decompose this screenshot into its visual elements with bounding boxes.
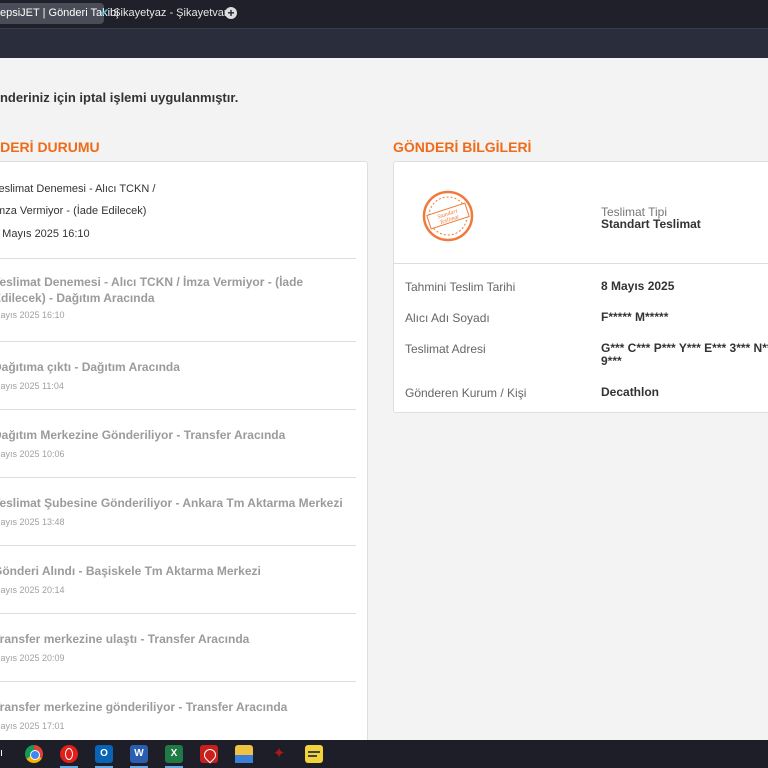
chrome-icon[interactable] (25, 745, 43, 763)
recipient-name-value: F***** M***** (601, 310, 669, 324)
acrobat-icon[interactable] (200, 745, 219, 764)
status-item: Teslimat Denemesi - Alıcı TCKN / İmza Ve… (0, 162, 356, 259)
estimated-delivery-label: Tahmini Teslim Tarihi (405, 280, 516, 294)
status-item-date: Mayıs 2025 16:10 (0, 310, 65, 320)
status-item-date: Mayıs 2025 13:48 (0, 517, 65, 527)
status-item-date: Mayıs 2025 20:09 (0, 653, 65, 663)
start-icon[interactable]: ı (0, 747, 4, 761)
delivery-type-value: Standart Teslimat (601, 217, 701, 231)
status-item-title: Dağıtıma çıktı - Dağıtım Aracında (0, 360, 180, 374)
divider (394, 263, 768, 264)
new-tab-button[interactable]: + (225, 7, 237, 19)
status-item-date: 9 Mayıs 2025 16:10 (0, 228, 90, 240)
status-item: Transfer merkezine gönderiliyor - Transf… (0, 681, 356, 740)
sticky-notes-icon[interactable] (305, 745, 323, 763)
status-item-title: Dağıtım Merkezine Gönderiliyor - Transfe… (0, 428, 286, 442)
status-item-title: Teslimat Denemesi - Alıcı TCKN / İmza Ve… (0, 178, 343, 222)
excel-icon[interactable]: X (165, 745, 183, 763)
status-item-date: Mayıs 2025 17:01 (0, 721, 65, 731)
delivery-address-value: G*** C*** P*** Y*** E*** 3*** N*** 9*** (601, 341, 768, 368)
status-item: Dağıtıma çıktı - Dağıtım Aracında Mayıs … (0, 341, 356, 410)
page-content: önderiniz için iptal işlemi uygulanmıştı… (0, 58, 768, 740)
outlook-icon[interactable]: O (95, 745, 113, 763)
status-item-title: Teslimat Denemesi - Alıcı TCKN / İmza Ve… (0, 275, 304, 305)
tab-label: Şikayetyaz - Şikayetvar (113, 7, 228, 19)
word-icon[interactable]: W (130, 745, 148, 763)
sender-value: Decathlon (601, 385, 660, 399)
delivery-address-label: Teslimat Adresi (405, 342, 486, 356)
info-section-title: GÖNDERİ BİLGİLERİ (393, 139, 532, 155)
status-item: Teslimat Denemesi - Alıcı TCKN / İmza Ve… (0, 258, 356, 342)
estimated-delivery-value: 8 Mayıs 2025 (601, 279, 675, 293)
checkmark-icon: ✔ (100, 7, 110, 19)
recipient-name-label: Alıcı Adı Soyadı (405, 311, 490, 325)
status-item: Gönderi Alındı - Başiskele Tm Aktarma Me… (0, 545, 356, 614)
status-item: Transfer merkezine ulaştı - Transfer Ara… (0, 613, 356, 682)
status-timeline: Teslimat Denemesi - Alıcı TCKN / İmza Ve… (0, 161, 368, 740)
windows-taskbar: ı O W X ✦ (0, 740, 768, 768)
status-item-date: Mayıs 2025 11:04 (0, 381, 64, 391)
opera-icon[interactable] (60, 745, 78, 763)
sender-label: Gönderen Kurum / Kişi (405, 386, 527, 400)
status-item-title: Gönderi Alındı - Başiskele Tm Aktarma Me… (0, 564, 261, 578)
status-item-title-line: Teslimat Denemesi - Alıcı TCKN / (0, 183, 156, 195)
cancel-notice: önderiniz için iptal işlemi uygulanmıştı… (0, 90, 239, 105)
status-item-title: Transfer merkezine ulaştı - Transfer Ara… (0, 632, 250, 646)
status-item-date: Mayıs 2025 10:06 (0, 449, 65, 459)
status-section-title: NDERİ DURUMU (0, 139, 100, 155)
shipment-info-panel: Standart Teslimat Teslimat Tipi Standart… (393, 161, 768, 413)
tab-gonderi-takibi[interactable]: epsiJET | Gönderi Takibi (0, 3, 119, 24)
tab-sikayetvar[interactable]: ✔ Şikayetyaz - Şikayetvar (100, 3, 230, 24)
status-item-title: Teslimat Şubesine Gönderiliyor - Ankara … (0, 496, 343, 510)
status-item-title: Transfer merkezine gönderiliyor - Transf… (0, 700, 288, 714)
status-item: Teslimat Şubesine Gönderiliyor - Ankara … (0, 477, 356, 546)
status-item-title-line: İmza Vermiyor - (İade Edilecek) (0, 205, 147, 217)
browser-tab-bar: epsiJET | Gönderi Takibi ✔ Şikayetyaz - Ş… (0, 0, 768, 28)
site-navbar (0, 28, 768, 59)
app-icon[interactable]: ✦ (270, 745, 288, 763)
plus-icon: + (227, 6, 235, 20)
status-item-date: Mayıs 2025 20:14 (0, 585, 65, 595)
status-item: Dağıtım Merkezine Gönderiliyor - Transfe… (0, 409, 356, 478)
file-explorer-icon[interactable] (235, 745, 253, 763)
standard-delivery-stamp-icon: Standart Teslimat (422, 190, 474, 242)
